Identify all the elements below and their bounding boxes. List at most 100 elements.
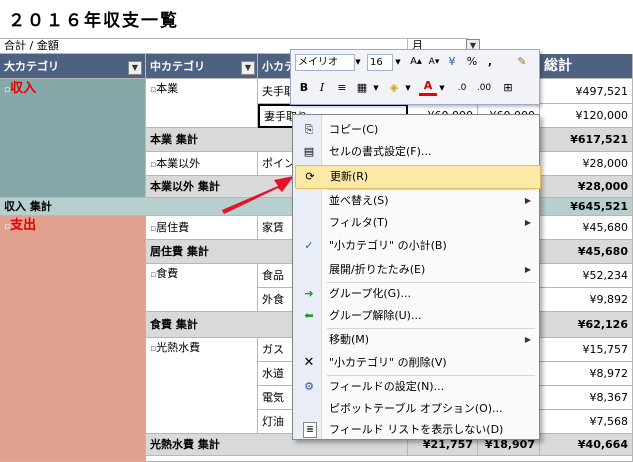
menu-item-pivot-options[interactable]: ピボットテーブル オプション(O)...: [295, 398, 539, 420]
total-electricity[interactable]: ¥8,367: [540, 386, 633, 410]
menu-item-field-settings[interactable]: ⚙ フィールドの設定(N)...: [295, 376, 539, 398]
other-income-label: 本業以外: [156, 157, 201, 170]
fill-color-dropdown-icon[interactable]: ▼: [403, 79, 413, 97]
format-cells-icon: ▤: [303, 145, 315, 158]
font-name-dropdown-icon[interactable]: ▼: [353, 53, 363, 71]
menu-label: 展開/折りたたみ(E): [329, 263, 426, 276]
font-size-box[interactable]: 16: [367, 54, 393, 71]
menu-item-format-cells[interactable]: ▤ セルの書式設定(F)...: [295, 141, 539, 163]
context-menu: ⎘ コピー(C) ▤ セルの書式設定(F)... ⟳ 更新(R) 並べ替え(S)…: [292, 114, 541, 441]
copy-icon: ⎘: [304, 123, 314, 136]
field-settings-icon: ⚙: [304, 380, 314, 393]
comma-button[interactable]: ,: [481, 53, 499, 71]
font-color-dropdown-icon[interactable]: ▼: [437, 79, 447, 97]
menu-label: "小カテゴリ" の削除(V): [329, 356, 447, 369]
sheet-title: ２０１６年収支一覧: [8, 11, 179, 31]
font-name-box[interactable]: メイリオ: [295, 54, 355, 71]
submenu-arrow-icon: ▶: [524, 196, 531, 205]
hongyo-label: 本業: [156, 82, 179, 95]
total-housing[interactable]: ¥45,680: [540, 240, 633, 264]
checkmark-icon: ✓: [304, 239, 314, 252]
percent-button[interactable]: %: [463, 53, 481, 71]
menu-item-move[interactable]: 移動(M) ▶: [295, 329, 539, 351]
menu-item-group[interactable]: ➔ グループ化(G)...: [295, 283, 539, 305]
total-income[interactable]: ¥645,521: [540, 198, 633, 216]
refresh-icon: ⟳: [305, 170, 315, 183]
expense-label: 支出: [10, 218, 37, 233]
menu-item-subtotal[interactable]: ✓ "小カテゴリ" の小計(B): [295, 235, 539, 257]
menu-label: フィールドの設定(N)...: [329, 380, 445, 393]
format-painter-icon[interactable]: ✎: [513, 53, 531, 71]
income-label: 収入: [10, 81, 37, 96]
total-utilities[interactable]: ¥40,664: [540, 434, 633, 456]
utilities-label: 光熱水費: [156, 341, 201, 354]
mini-toolbar: メイリオ ▼ 16 ▼ A▴ A▾ ¥ % , ✎ B I ≡ ▦ ▼ ◈ ▼ …: [290, 49, 540, 105]
total-point[interactable]: ¥28,000: [540, 152, 633, 176]
menu-label: 更新(R): [330, 170, 369, 183]
total-hongyo[interactable]: ¥617,521: [540, 128, 633, 152]
menu-item-filter[interactable]: フィルタ(T) ▶: [295, 212, 539, 234]
housing-cell[interactable]: ▫居住費: [146, 216, 258, 240]
merge-cells-icon[interactable]: ⊞: [499, 79, 517, 97]
font-color-button[interactable]: A: [419, 79, 437, 96]
menu-label: コピー(C): [329, 123, 379, 136]
total-gas[interactable]: ¥15,757: [540, 338, 633, 362]
total-kerosene[interactable]: ¥7,568: [540, 410, 633, 434]
next-row: [146, 456, 633, 462]
menu-item-ungroup[interactable]: ⬅ グループ解除(U)...: [295, 305, 539, 327]
total-groceries[interactable]: ¥52,234: [540, 264, 633, 288]
menu-label: 並べ替え(S): [329, 194, 389, 207]
menu-item-copy[interactable]: ⎘ コピー(C): [295, 119, 539, 141]
total-wife[interactable]: ¥120,000: [540, 104, 633, 128]
menu-label: 移動(M): [329, 333, 370, 346]
income-category-cell[interactable]: ▫収入: [0, 79, 146, 198]
grow-font-icon[interactable]: A▴: [407, 53, 425, 71]
menu-label: ピボットテーブル オプション(O)...: [329, 402, 503, 415]
housing-label: 居住費: [156, 221, 190, 234]
header-total[interactable]: 総計: [540, 54, 633, 79]
menu-item-sort[interactable]: 並べ替え(S) ▶: [295, 190, 539, 212]
total-food[interactable]: ¥62,126: [540, 312, 633, 338]
middle-filter-dropdown[interactable]: ▼: [241, 61, 255, 75]
menu-label: "小カテゴリ" の小計(B): [329, 239, 447, 252]
expense-category-cell[interactable]: ▫支出: [0, 216, 146, 462]
submenu-arrow-icon: ▶: [524, 218, 531, 227]
italic-button[interactable]: I: [313, 79, 331, 97]
group-icon: ➔: [304, 287, 314, 300]
major-filter-icon[interactable]: ▼: [128, 61, 142, 75]
menu-item-delete[interactable]: ✕ "小カテゴリ" の削除(V): [295, 352, 539, 374]
utilities-cell[interactable]: ▫光熱水費: [146, 338, 258, 434]
ungroup-icon: ⬅: [304, 309, 314, 322]
hongyo-cell[interactable]: ▫本業: [146, 79, 258, 128]
decrease-decimal-icon[interactable]: .00: [475, 79, 493, 97]
total-other-income[interactable]: ¥28,000: [540, 176, 633, 198]
borders-icon[interactable]: ▦: [353, 79, 371, 97]
total-rent[interactable]: ¥45,680: [540, 216, 633, 240]
submenu-arrow-icon: ▶: [524, 265, 531, 274]
submenu-arrow-icon: ▶: [524, 335, 531, 344]
menu-item-hide-field-list[interactable]: ≣ フィールド リストを表示しない(D): [295, 419, 539, 441]
menu-label: グループ解除(U)...: [329, 309, 422, 322]
field-list-icon: ≣: [303, 422, 317, 438]
delete-x-icon: ✕: [303, 355, 315, 370]
menu-label: フィルタ(T): [329, 216, 389, 229]
total-water[interactable]: ¥8,972: [540, 362, 633, 386]
bold-button[interactable]: B: [295, 79, 313, 97]
currency-format-icon[interactable]: ¥: [443, 53, 461, 71]
borders-dropdown-icon[interactable]: ▼: [371, 79, 381, 97]
font-size-dropdown-icon[interactable]: ▼: [393, 53, 403, 71]
center-align-icon[interactable]: ≡: [333, 79, 351, 97]
fill-color-icon[interactable]: ◈: [385, 79, 403, 97]
increase-decimal-icon[interactable]: .0: [453, 79, 471, 97]
red-arrow-icon: [222, 176, 294, 214]
menu-item-refresh[interactable]: ⟳ 更新(R): [295, 165, 541, 189]
header-major-category[interactable]: 大カテゴリ: [0, 54, 146, 79]
menu-label: グループ化(G)...: [329, 287, 411, 300]
total-husband[interactable]: ¥497,521: [540, 79, 633, 104]
menu-item-expand-collapse[interactable]: 展開/折りたたみ(E) ▶: [295, 259, 539, 281]
food-cell[interactable]: ▫食費: [146, 264, 258, 312]
food-label: 食費: [156, 267, 179, 280]
shrink-font-icon[interactable]: A▾: [425, 53, 443, 71]
total-eating-out[interactable]: ¥9,892: [540, 288, 633, 312]
menu-label: フィールド リストを表示しない(D): [329, 423, 504, 436]
